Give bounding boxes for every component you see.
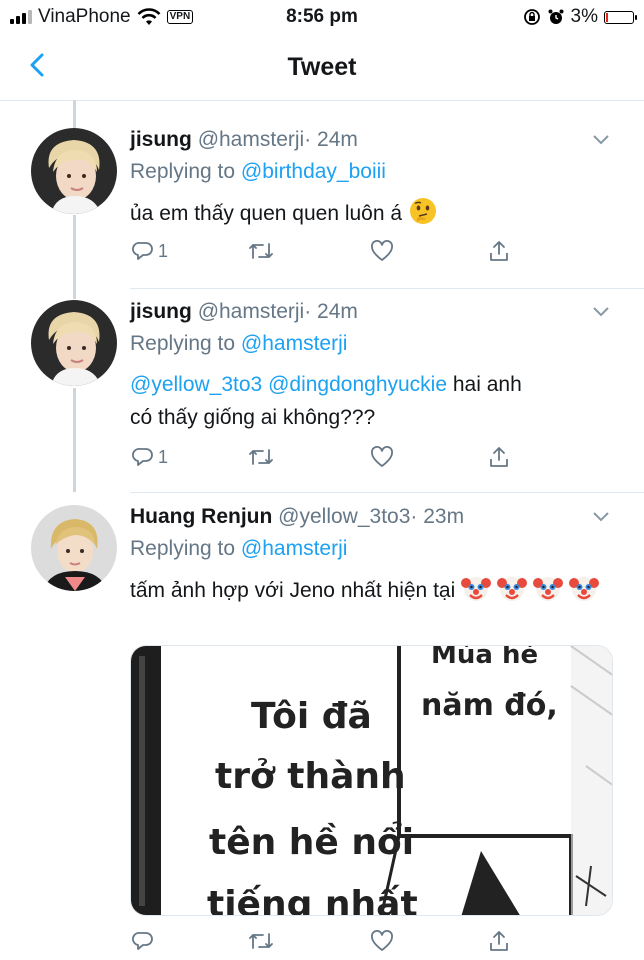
replying-label: Replying to [130,332,241,355]
reply-icon [132,242,153,260]
thinking-face-icon [409,198,436,224]
tweet[interactable]: jisung @hamsterji· 24m Replying to @hams… [0,300,644,490]
media-text: Mùa hè [431,645,539,670]
divider [130,492,644,493]
reply-button[interactable]: 1 [132,446,168,468]
heart-icon [371,240,393,261]
clown-face-icon [532,577,563,601]
status-right: 3% [523,6,637,28]
tweet-time: · 23m [410,505,465,528]
tweet-text: tấm ảnh hợp với Jeno nhất hiện tại [130,573,610,607]
reply-icon [132,448,153,466]
replying-to: Replying to @hamsterji [130,537,347,561]
mention-link[interactable]: @hamsterji [241,537,348,560]
heart-icon [371,446,393,467]
media-text: trở thành [215,756,406,797]
reply-count: 1 [158,240,169,261]
retweet-icon [249,933,273,949]
replying-label: Replying to [130,537,241,560]
tweet-text-content: ủa em thấy quen quen luôn á [130,202,403,225]
retweet-icon [249,449,273,465]
tweet-actions: 1 [130,446,520,476]
clown-face-icon [568,577,599,601]
clown-face-icon [461,577,492,601]
tweet-actions [130,930,520,960]
divider [130,288,644,289]
chevron-down-icon[interactable] [592,511,610,523]
tweet-time: · 24m [304,300,358,323]
status-bar: VinaPhone VPN 8:56 pm 3% [0,0,644,34]
tweet[interactable]: jisung @hamsterji· 24m Replying to @birt… [0,128,644,288]
share-icon [490,447,508,467]
replying-to: Replying to @hamsterji [130,332,347,356]
share-button[interactable] [488,240,510,262]
user-handle[interactable]: @hamsterji [198,128,305,151]
media-text: tên hề nổi [209,822,415,863]
retweet-button[interactable] [248,240,274,262]
display-name[interactable]: jisung [130,300,192,323]
user-handle[interactable]: @yellow_3to3 [278,505,410,528]
media-text: năm đó, [421,688,558,723]
clown-face-icon [496,577,527,601]
replying-label: Replying to [130,160,241,183]
tweet-text: ủa em thấy quen quen luôn á [130,196,438,230]
battery-percent: 3% [570,6,598,27]
tweet-header: jisung @hamsterji· 24m [130,128,358,152]
avatar[interactable] [31,300,117,386]
tweet-header: jisung @hamsterji· 24m [130,300,358,324]
share-icon [490,241,508,261]
reply-button[interactable] [132,930,154,952]
mention-link[interactable]: @dingdonghyuckie [268,373,447,396]
like-button[interactable] [370,930,394,952]
avatar[interactable] [31,505,117,591]
battery-icon [604,10,637,24]
tweet-actions: 1 [130,240,520,270]
like-button[interactable] [370,240,394,262]
nav-bar: Tweet [0,34,644,101]
replying-to: Replying to @birthday_boiii [130,160,386,184]
avatar[interactable] [31,128,117,214]
mention-link[interactable]: @birthday_boiii [241,160,386,183]
tweet-text-content: có thấy giống ai không??? [130,406,376,429]
tweet-header: Huang Renjun @yellow_3to3· 23m [130,505,464,529]
retweet-button[interactable] [248,930,274,952]
share-icon [490,931,508,951]
tweet-text-content: hai anh [452,373,522,396]
reply-button[interactable]: 1 [132,240,168,262]
retweet-icon [249,243,273,259]
thread-line [73,100,76,128]
media-text: Tôi đã [251,696,372,737]
page-title: Tweet [287,53,357,81]
tweet-media-image[interactable]: Mùa hè năm đó, Tôi đã trở thành tên hề n… [130,645,613,916]
orientation-lock-icon [523,9,540,25]
tweet-text-content: tấm ảnh hợp với Jeno nhất hiện tại [130,579,456,602]
like-button[interactable] [370,446,394,468]
mention-link[interactable]: @hamsterji [241,332,348,355]
alarm-icon [548,9,564,24]
reply-icon [132,932,153,950]
tweet-text: @yellow_3to3 @dingdonghyuckie hai anh có… [130,368,522,434]
heart-icon [371,930,393,951]
tweet-time: · 24m [304,128,358,151]
retweet-button[interactable] [248,446,274,468]
share-button[interactable] [488,446,510,468]
reply-count: 1 [158,446,169,467]
user-handle[interactable]: @hamsterji [198,300,305,323]
chevron-down-icon[interactable] [592,134,610,146]
share-button[interactable] [488,930,510,952]
mention-link[interactable]: @yellow_3to3 [130,373,262,396]
media-text: tiếng nhất [207,884,418,916]
display-name[interactable]: jisung [130,128,192,151]
chevron-down-icon[interactable] [592,306,610,318]
display-name[interactable]: Huang Renjun [130,505,272,528]
